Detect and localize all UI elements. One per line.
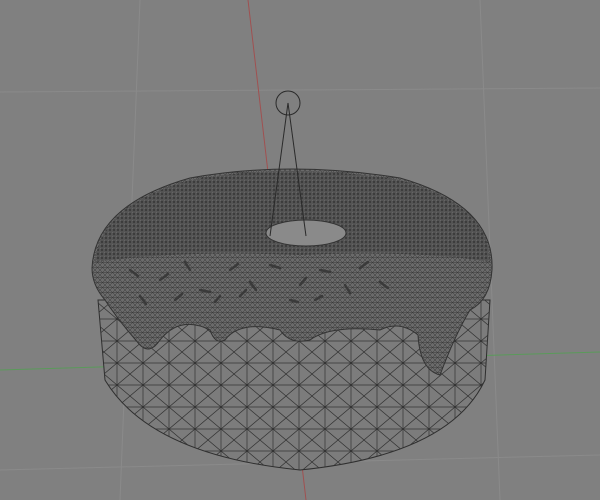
donut-mesh[interactable] [91, 168, 493, 471]
3d-viewport[interactable] [0, 0, 600, 500]
